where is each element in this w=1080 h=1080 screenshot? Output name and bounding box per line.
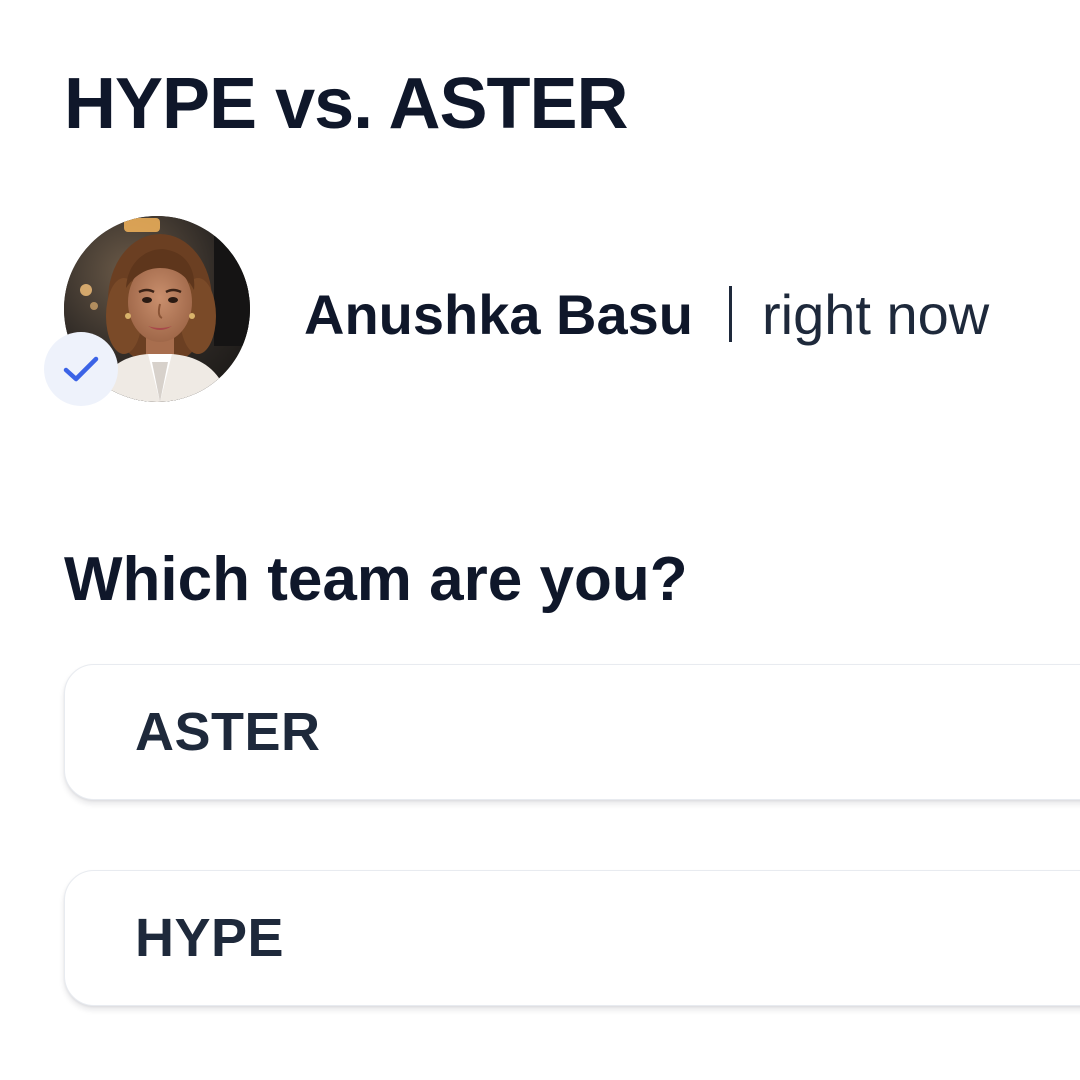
post-timestamp: right now <box>762 282 990 346</box>
checkmark-icon <box>63 356 99 382</box>
author-name[interactable]: Anushka Basu <box>304 282 693 347</box>
meta-separator <box>729 286 732 342</box>
post-title: HYPE vs. ASTER <box>64 64 629 144</box>
poll-card: HYPE vs. ASTER Anushka Basu right now Wh… <box>0 0 1080 1080</box>
poll-option-label: HYPE <box>135 908 285 968</box>
poll-option-aster[interactable]: ASTER <box>64 664 1080 800</box>
poll-question: Which team are you? <box>64 545 688 614</box>
author-meta: Anushka Basu right now <box>304 282 989 347</box>
verified-badge <box>44 332 118 406</box>
poll-option-label: ASTER <box>135 702 321 762</box>
poll-option-hype[interactable]: HYPE <box>64 870 1080 1006</box>
avatar[interactable] <box>44 216 250 406</box>
author-row: Anushka Basu right now <box>44 214 989 406</box>
